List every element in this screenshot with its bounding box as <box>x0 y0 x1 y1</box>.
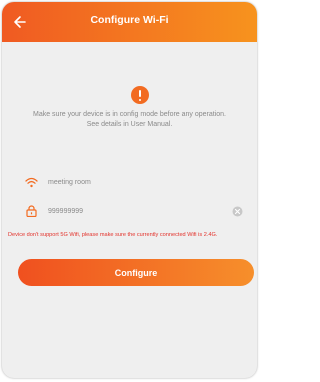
wifi-ssid-value: meeting room <box>48 178 91 186</box>
clear-password-button[interactable] <box>231 205 243 217</box>
clear-circle-icon <box>232 206 242 216</box>
config-mode-notice: Make sure your device is in config mode … <box>12 110 247 130</box>
wifi-ssid-field[interactable]: meeting room <box>18 173 253 191</box>
lock-icon <box>24 204 38 218</box>
5g-warning-text: Device don't support 5G Wifi, please mak… <box>8 232 218 238</box>
wifi-password-value: 999999999 <box>48 207 84 215</box>
notice-line-1: Make sure your device is in config mode … <box>33 111 226 118</box>
wifi-icon <box>24 175 38 189</box>
page-title: Configure Wi-Fi <box>90 14 169 26</box>
notice-line-2: See details in User Manual. <box>86 121 173 128</box>
exclamation-circle-icon <box>131 86 149 104</box>
phone-screen: Configure Wi-Fi Make sure your device is… <box>2 2 257 378</box>
configure-button[interactable]: Configure <box>18 259 254 286</box>
wifi-password-field[interactable]: 999999999 <box>18 202 253 220</box>
top-bar: Configure Wi-Fi <box>2 2 257 42</box>
